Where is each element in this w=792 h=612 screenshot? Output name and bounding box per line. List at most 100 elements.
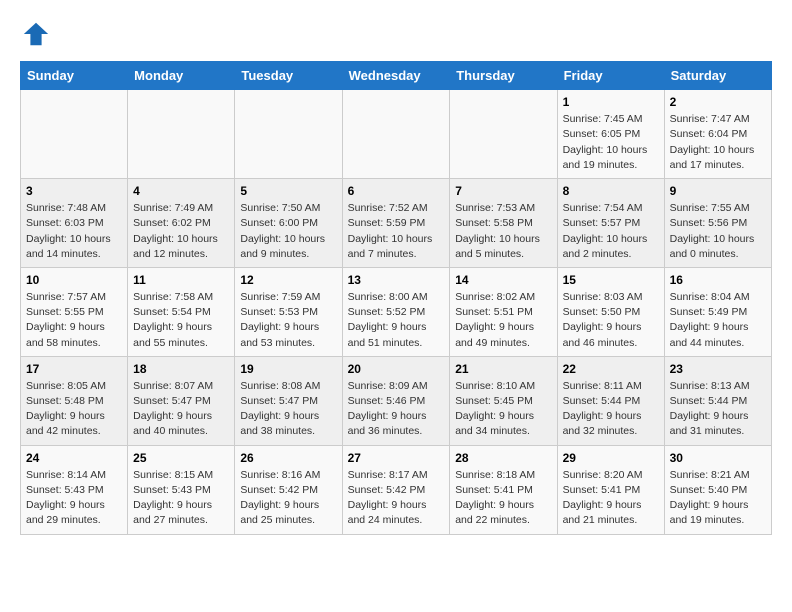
calendar: SundayMondayTuesdayWednesdayThursdayFrid… [20, 61, 772, 534]
day-cell: 27 Sunrise: 8:17 AM Sunset: 5:42 PM Dayli… [342, 445, 450, 534]
day-info: Sunrise: 8:00 AM Sunset: 5:52 PM Dayligh… [348, 290, 445, 351]
day-number: 4 [133, 184, 229, 198]
day-cell: 11 Sunrise: 7:58 AM Sunset: 5:54 PM Dayli… [128, 267, 235, 356]
day-cell: 18 Sunrise: 8:07 AM Sunset: 5:47 PM Dayli… [128, 356, 235, 445]
day-cell [128, 90, 235, 179]
day-number: 17 [26, 362, 122, 376]
day-number: 10 [26, 273, 122, 287]
day-info: Sunrise: 8:04 AM Sunset: 5:49 PM Dayligh… [670, 290, 766, 351]
day-cell: 26 Sunrise: 8:16 AM Sunset: 5:42 PM Dayli… [235, 445, 342, 534]
day-info: Sunrise: 7:57 AM Sunset: 5:55 PM Dayligh… [26, 290, 122, 351]
day-info: Sunrise: 7:55 AM Sunset: 5:56 PM Dayligh… [670, 201, 766, 262]
day-number: 2 [670, 95, 766, 109]
day-info: Sunrise: 7:59 AM Sunset: 5:53 PM Dayligh… [240, 290, 336, 351]
day-cell [21, 90, 128, 179]
weekday-header-row: SundayMondayTuesdayWednesdayThursdayFrid… [21, 62, 772, 90]
day-cell [450, 90, 557, 179]
day-cell: 13 Sunrise: 8:00 AM Sunset: 5:52 PM Dayli… [342, 267, 450, 356]
day-number: 18 [133, 362, 229, 376]
day-cell: 15 Sunrise: 8:03 AM Sunset: 5:50 PM Dayli… [557, 267, 664, 356]
day-cell: 2 Sunrise: 7:47 AM Sunset: 6:04 PM Daylig… [664, 90, 771, 179]
day-info: Sunrise: 7:52 AM Sunset: 5:59 PM Dayligh… [348, 201, 445, 262]
day-cell: 5Sunrise: 7:50 AM Sunset: 6:00 PM Daylig… [235, 179, 342, 268]
day-info: Sunrise: 7:47 AM Sunset: 6:04 PM Dayligh… [670, 112, 766, 173]
day-cell: 4 Sunrise: 7:49 AM Sunset: 6:02 PM Daylig… [128, 179, 235, 268]
day-cell: 17Sunrise: 8:05 AM Sunset: 5:48 PM Dayli… [21, 356, 128, 445]
day-info: Sunrise: 7:58 AM Sunset: 5:54 PM Dayligh… [133, 290, 229, 351]
day-number: 29 [563, 451, 659, 465]
day-cell: 14Sunrise: 8:02 AM Sunset: 5:51 PM Dayli… [450, 267, 557, 356]
day-info: Sunrise: 8:13 AM Sunset: 5:44 PM Dayligh… [670, 379, 766, 440]
day-cell: 19Sunrise: 8:08 AM Sunset: 5:47 PM Dayli… [235, 356, 342, 445]
day-cell: 25 Sunrise: 8:15 AM Sunset: 5:43 PM Dayli… [128, 445, 235, 534]
logo [20, 20, 50, 53]
day-info: Sunrise: 8:02 AM Sunset: 5:51 PM Dayligh… [455, 290, 551, 351]
day-number: 28 [455, 451, 551, 465]
day-number: 3 [26, 184, 122, 198]
day-cell: 22 Sunrise: 8:11 AM Sunset: 5:44 PM Dayli… [557, 356, 664, 445]
day-number: 26 [240, 451, 336, 465]
day-cell: 9 Sunrise: 7:55 AM Sunset: 5:56 PM Daylig… [664, 179, 771, 268]
logo-icon [22, 20, 50, 48]
day-cell: 30 Sunrise: 8:21 AM Sunset: 5:40 PM Dayli… [664, 445, 771, 534]
day-cell: 8Sunrise: 7:54 AM Sunset: 5:57 PM Daylig… [557, 179, 664, 268]
day-info: Sunrise: 7:48 AM Sunset: 6:03 PM Dayligh… [26, 201, 122, 262]
day-cell: 12 Sunrise: 7:59 AM Sunset: 5:53 PM Dayli… [235, 267, 342, 356]
weekday-header-saturday: Saturday [664, 62, 771, 90]
day-number: 11 [133, 273, 229, 287]
weekday-header-thursday: Thursday [450, 62, 557, 90]
weekday-header-friday: Friday [557, 62, 664, 90]
day-cell: 29 Sunrise: 8:20 AM Sunset: 5:41 PM Dayli… [557, 445, 664, 534]
day-info: Sunrise: 7:45 AM Sunset: 6:05 PM Dayligh… [563, 112, 659, 173]
day-number: 6 [348, 184, 445, 198]
day-info: Sunrise: 8:09 AM Sunset: 5:46 PM Dayligh… [348, 379, 445, 440]
day-cell: 23 Sunrise: 8:13 AM Sunset: 5:44 PM Dayli… [664, 356, 771, 445]
day-cell: 3 Sunrise: 7:48 AM Sunset: 6:03 PM Daylig… [21, 179, 128, 268]
day-info: Sunrise: 8:20 AM Sunset: 5:41 PM Dayligh… [563, 468, 659, 529]
day-info: Sunrise: 8:11 AM Sunset: 5:44 PM Dayligh… [563, 379, 659, 440]
week-row-4: 17Sunrise: 8:05 AM Sunset: 5:48 PM Dayli… [21, 356, 772, 445]
day-info: Sunrise: 8:21 AM Sunset: 5:40 PM Dayligh… [670, 468, 766, 529]
day-number: 22 [563, 362, 659, 376]
day-cell: 10 Sunrise: 7:57 AM Sunset: 5:55 PM Dayli… [21, 267, 128, 356]
day-info: Sunrise: 8:16 AM Sunset: 5:42 PM Dayligh… [240, 468, 336, 529]
day-info: Sunrise: 8:14 AM Sunset: 5:43 PM Dayligh… [26, 468, 122, 529]
day-cell: 1Sunrise: 7:45 AM Sunset: 6:05 PM Daylig… [557, 90, 664, 179]
day-number: 7 [455, 184, 551, 198]
day-number: 9 [670, 184, 766, 198]
week-row-5: 24Sunrise: 8:14 AM Sunset: 5:43 PM Dayli… [21, 445, 772, 534]
day-cell [342, 90, 450, 179]
day-info: Sunrise: 8:15 AM Sunset: 5:43 PM Dayligh… [133, 468, 229, 529]
day-number: 16 [670, 273, 766, 287]
day-cell: 16 Sunrise: 8:04 AM Sunset: 5:49 PM Dayli… [664, 267, 771, 356]
day-number: 25 [133, 451, 229, 465]
weekday-header-monday: Monday [128, 62, 235, 90]
day-number: 8 [563, 184, 659, 198]
day-number: 12 [240, 273, 336, 287]
day-info: Sunrise: 7:50 AM Sunset: 6:00 PM Dayligh… [240, 201, 336, 262]
weekday-header-sunday: Sunday [21, 62, 128, 90]
day-info: Sunrise: 8:17 AM Sunset: 5:42 PM Dayligh… [348, 468, 445, 529]
day-number: 30 [670, 451, 766, 465]
day-info: Sunrise: 8:10 AM Sunset: 5:45 PM Dayligh… [455, 379, 551, 440]
day-number: 21 [455, 362, 551, 376]
day-number: 15 [563, 273, 659, 287]
day-cell: 20 Sunrise: 8:09 AM Sunset: 5:46 PM Dayli… [342, 356, 450, 445]
day-info: Sunrise: 8:03 AM Sunset: 5:50 PM Dayligh… [563, 290, 659, 351]
week-row-1: 1Sunrise: 7:45 AM Sunset: 6:05 PM Daylig… [21, 90, 772, 179]
week-row-2: 3 Sunrise: 7:48 AM Sunset: 6:03 PM Daylig… [21, 179, 772, 268]
day-info: Sunrise: 8:18 AM Sunset: 5:41 PM Dayligh… [455, 468, 551, 529]
day-number: 13 [348, 273, 445, 287]
day-info: Sunrise: 7:49 AM Sunset: 6:02 PM Dayligh… [133, 201, 229, 262]
day-number: 23 [670, 362, 766, 376]
day-number: 20 [348, 362, 445, 376]
day-cell: 7Sunrise: 7:53 AM Sunset: 5:58 PM Daylig… [450, 179, 557, 268]
day-cell: 24Sunrise: 8:14 AM Sunset: 5:43 PM Dayli… [21, 445, 128, 534]
day-cell [235, 90, 342, 179]
day-number: 27 [348, 451, 445, 465]
day-cell: 28 Sunrise: 8:18 AM Sunset: 5:41 PM Dayli… [450, 445, 557, 534]
day-cell: 21 Sunrise: 8:10 AM Sunset: 5:45 PM Dayli… [450, 356, 557, 445]
page: SundayMondayTuesdayWednesdayThursdayFrid… [0, 0, 792, 545]
day-info: Sunrise: 8:07 AM Sunset: 5:47 PM Dayligh… [133, 379, 229, 440]
day-info: Sunrise: 8:08 AM Sunset: 5:47 PM Dayligh… [240, 379, 336, 440]
